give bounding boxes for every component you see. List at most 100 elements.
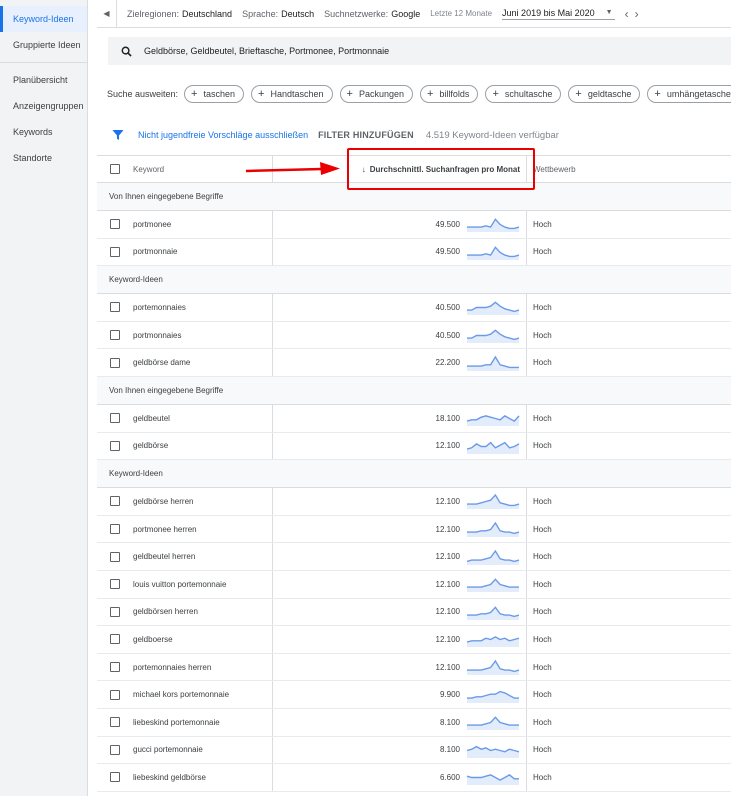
competition-cell: Hoch xyxy=(533,247,552,257)
trend-sparkline xyxy=(467,218,520,233)
expand-chip[interactable]: + billfolds xyxy=(419,85,479,103)
network-setting[interactable]: Suchnetzwerke: Google xyxy=(324,9,420,19)
expand-chip[interactable]: + Packungen xyxy=(339,85,413,103)
table-row[interactable]: geldboerse 12.100 Hoch xyxy=(97,626,731,654)
sidebar-item-plan-overview[interactable]: Planübersicht xyxy=(0,67,87,93)
competition-cell: Hoch xyxy=(533,772,552,782)
competition-cell: Hoch xyxy=(533,413,552,423)
row-checkbox[interactable] xyxy=(97,524,133,535)
collapse-sidebar-icon[interactable]: ◀ xyxy=(97,0,117,28)
trend-sparkline xyxy=(466,415,520,427)
table-row[interactable]: geldbeutel 18.100 Hoch xyxy=(97,404,731,433)
expand-chip[interactable]: + schultasche xyxy=(485,85,562,103)
avg-searches-cell: 49.500 xyxy=(273,211,527,238)
row-checkbox[interactable] xyxy=(97,302,133,313)
expand-chip[interactable]: + umhängetasche xyxy=(647,85,731,103)
row-checkbox[interactable] xyxy=(97,744,133,755)
table-row[interactable]: portemonnaies 40.500 Hoch xyxy=(97,294,731,322)
group-header: Von Ihnen eingegebene Begriffe xyxy=(97,376,731,405)
exclude-adult-ideas-link[interactable]: Nicht jugendfreie Vorschläge ausschließe… xyxy=(138,130,308,140)
sidebar-item-grouped-ideas[interactable]: Gruppierte Ideen xyxy=(0,32,87,58)
keyword-search-box[interactable]: Geldbörse, Geldbeutel, Brieftasche, Port… xyxy=(108,37,731,65)
avg-searches-value: 12.100 xyxy=(435,496,460,506)
avg-searches-cell: 18.100 xyxy=(273,404,527,432)
row-checkbox[interactable] xyxy=(97,551,133,562)
sidebar-item-keyword-ideas[interactable]: Keyword-Ideen xyxy=(0,6,87,32)
avg-searches-value: 12.100 xyxy=(435,441,460,451)
row-checkbox[interactable] xyxy=(97,330,133,341)
table-body: Von Ihnen eingegebene Begriffe portmonee 4… xyxy=(97,183,731,792)
search-icon xyxy=(108,46,144,57)
row-checkbox[interactable] xyxy=(97,634,133,645)
trend-sparkline xyxy=(467,659,520,676)
chevron-right-icon[interactable]: › xyxy=(635,7,645,21)
table-row[interactable]: gucci portemonnaie 8.100 Hoch xyxy=(97,736,731,765)
competition-cell: Hoch xyxy=(533,717,552,727)
row-checkbox[interactable] xyxy=(97,662,133,673)
sidebar-item-keywords[interactable]: Keywords xyxy=(0,119,87,145)
select-all-checkbox[interactable] xyxy=(97,164,133,174)
table-row[interactable]: louis vuitton portemonnaie 12.100 Hoch xyxy=(97,570,731,599)
plus-icon: + xyxy=(346,88,353,100)
row-checkbox[interactable] xyxy=(97,772,133,783)
table-row[interactable]: liebeskind portemonnaie 8.100 Hoch xyxy=(97,708,731,737)
trend-sparkline xyxy=(467,578,519,593)
avg-searches-value: 40.500 xyxy=(435,330,460,340)
sidebar-item-ad-groups[interactable]: Anzeigengruppen xyxy=(0,93,87,119)
keyword-cell: portemonnaies herren xyxy=(133,653,273,681)
table-row[interactable]: geldbeutel herren 12.100 Hoch xyxy=(97,543,731,571)
table-row[interactable]: portmonnaies 40.500 Hoch xyxy=(97,321,731,350)
avg-searches-cell: 8.100 xyxy=(273,708,527,736)
avg-searches-value: 49.500 xyxy=(435,219,460,229)
table-row[interactable]: portmonee herren 12.100 Hoch xyxy=(97,515,731,544)
expand-chip[interactable]: + taschen xyxy=(184,85,245,103)
row-checkbox[interactable] xyxy=(97,606,133,617)
trend-sparkline xyxy=(467,301,520,316)
ideas-count: 4.519 Keyword-Ideen verfügbar xyxy=(425,129,559,141)
row-checkbox[interactable] xyxy=(97,219,133,230)
table-row[interactable]: portmonee 49.500 Hoch xyxy=(97,211,731,239)
avg-searches-cell: 12.100 xyxy=(273,653,527,681)
competition-cell: Hoch xyxy=(533,219,552,229)
sparkline-area xyxy=(467,356,519,371)
trend-sparkline xyxy=(466,745,520,758)
row-checkbox[interactable] xyxy=(97,689,133,700)
table-row[interactable]: portemonnaies herren 12.100 Hoch xyxy=(97,653,731,682)
row-checkbox[interactable] xyxy=(97,357,133,368)
table-row[interactable]: geldbörse 12.100 Hoch xyxy=(97,432,731,461)
regions-setting[interactable]: Zielregionen: Deutschland xyxy=(127,9,232,19)
table-row[interactable]: geldbörsen herren 12.100 Hoch xyxy=(97,598,731,627)
table-row[interactable]: geldbörse herren 12.100 Hoch xyxy=(97,488,731,516)
trend-sparkline xyxy=(467,521,520,538)
row-checkbox[interactable] xyxy=(97,413,133,424)
expand-chip[interactable]: + Handtaschen xyxy=(251,85,333,103)
competition-cell: Hoch xyxy=(533,579,552,589)
sidebar-item-locations[interactable]: Standorte xyxy=(0,145,87,171)
table-row[interactable]: michael kors portemonnaie 9.900 Hoch xyxy=(97,681,731,709)
language-setting[interactable]: Sprache: Deutsch xyxy=(242,9,314,19)
avg-searches-cell: 9.900 xyxy=(273,681,527,708)
date-range-select[interactable]: Juni 2019 bis Mai 2020 ▼ xyxy=(502,8,615,20)
row-checkbox[interactable] xyxy=(97,246,133,257)
row-checkbox[interactable] xyxy=(97,496,133,507)
row-checkbox[interactable] xyxy=(97,717,133,728)
competition-cell: Hoch xyxy=(533,330,552,340)
table-row[interactable]: portmonnaie 49.500 Hoch xyxy=(97,238,731,267)
expand-chip[interactable]: + geldtasche xyxy=(568,85,641,103)
row-checkbox[interactable] xyxy=(97,579,133,590)
plus-icon: + xyxy=(492,88,499,100)
network-value: Google xyxy=(391,8,421,19)
sidebar: Keyword-Ideen Gruppierte Ideen Planübers… xyxy=(0,0,88,796)
row-checkbox[interactable] xyxy=(97,440,133,451)
plus-icon: + xyxy=(654,88,661,100)
trend-sparkline xyxy=(466,774,519,786)
avg-searches-cell: 22.200 xyxy=(273,349,527,376)
table-row[interactable]: liebeskind geldbörse 6.600 Hoch xyxy=(97,764,731,792)
chevron-left-icon[interactable]: ‹ xyxy=(625,7,635,21)
competition-cell: Hoch xyxy=(533,607,552,617)
add-filter-button[interactable]: FILTER HINZUFÜGEN xyxy=(318,130,414,140)
avg-searches-value: 12.100 xyxy=(435,524,460,534)
keyword-cell: michael kors portemonnaie xyxy=(133,681,273,708)
filter-icon[interactable] xyxy=(112,129,124,141)
table-row[interactable]: geldbörse dame 22.200 Hoch xyxy=(97,349,731,377)
